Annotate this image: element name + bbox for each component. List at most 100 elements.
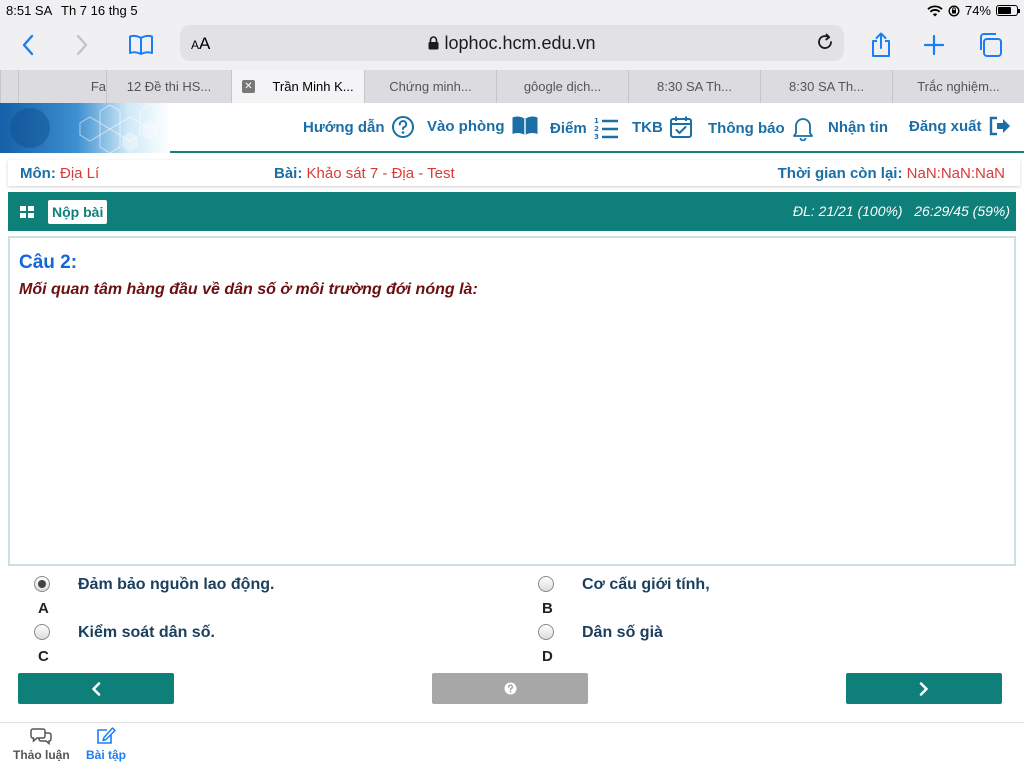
previous-question-button[interactable] xyxy=(18,673,174,704)
question-circle-icon xyxy=(503,682,517,695)
url-display[interactable]: lophoc.hcm.edu.vn xyxy=(180,33,844,54)
answer-letter: C xyxy=(38,648,49,665)
browser-toolbar: AA lophoc.hcm.edu.vn xyxy=(0,20,1024,70)
tab-label: 8:30 SA Th... xyxy=(789,79,864,94)
book-icon xyxy=(129,34,153,55)
status-bar: 8:51 SA Th 7 16 thg 5 74% xyxy=(0,0,1024,20)
nav-logout-label: Đăng xuất xyxy=(909,117,982,135)
grid-icon[interactable] xyxy=(20,206,34,218)
bottom-nav-exercises[interactable]: Bài tập xyxy=(86,727,126,762)
bookmarks-button[interactable] xyxy=(126,30,156,60)
bell-icon xyxy=(792,118,813,141)
time-left-value: NaN:NaN:NaN xyxy=(906,165,1005,182)
time-progress: 26:29/45 (59%) xyxy=(914,203,1010,219)
wifi-icon xyxy=(927,4,943,16)
tab-3[interactable]: Chứng minh... xyxy=(364,70,496,103)
answer-text: Đảm bảo nguồn lao động. xyxy=(78,576,275,593)
nav-notifications-label: Thông báo xyxy=(708,119,785,137)
battery-icon xyxy=(996,5,1020,16)
site-logo[interactable] xyxy=(0,103,170,153)
nav-scores-label: Điểm xyxy=(550,119,587,137)
lock-icon xyxy=(428,36,439,50)
bottom-nav-discussion[interactable]: Thảo luận xyxy=(13,727,70,762)
lesson-label: Bài: xyxy=(274,165,303,182)
tabs-icon xyxy=(980,33,1002,57)
time-left-label: Thời gian còn lại: xyxy=(777,165,903,182)
answer-radio-c[interactable] xyxy=(34,624,50,640)
answer-radio-b[interactable] xyxy=(538,576,554,592)
answer-option-a[interactable]: Đảm bảo nguồn lao động. A xyxy=(34,576,454,622)
tab-2-active[interactable]: ✕ Trần Minh K... xyxy=(231,70,364,103)
nav-guide-label: Hướng dẫn xyxy=(303,118,385,136)
answer-text: Cơ cấu giới tính, xyxy=(582,576,710,593)
lesson-info: Bài: Khảo sát 7 - Địa - Test xyxy=(274,165,455,182)
status-time: 8:51 SA xyxy=(6,3,53,18)
subject-label: Môn: xyxy=(20,165,56,182)
tab-7[interactable]: Trắc nghiệm... xyxy=(892,70,1024,103)
tab-strip: Fa 12 Đề thi HS... ✕ Trần Minh K... Chứn… xyxy=(0,70,1024,103)
nav-guide[interactable]: Hướng dẫn xyxy=(303,115,415,139)
answer-text: Kiểm soát dân số. xyxy=(78,624,215,641)
tab-label: Trắc nghiệm... xyxy=(917,79,1000,94)
forward-button[interactable] xyxy=(67,30,97,60)
calendar-check-icon xyxy=(669,116,692,138)
nav-join-room[interactable]: Vào phòng xyxy=(427,115,539,137)
url-text: lophoc.hcm.edu.vn xyxy=(444,33,596,53)
answer-letter: D xyxy=(542,648,553,665)
reload-icon[interactable] xyxy=(814,31,836,53)
new-tab-button[interactable] xyxy=(919,30,949,60)
tab-6[interactable]: 8:30 SA Th... xyxy=(760,70,892,103)
svg-text:2: 2 xyxy=(594,125,599,133)
answer-option-c[interactable]: Kiểm soát dân số. C xyxy=(34,624,454,670)
nav-logout[interactable]: Đăng xuất xyxy=(909,115,1012,137)
back-button[interactable] xyxy=(13,30,43,60)
lesson-value: Khảo sát 7 - Địa - Test xyxy=(306,165,455,182)
nav-notifications[interactable]: Thông báo xyxy=(708,115,815,141)
nav-messages-label: Nhận tin xyxy=(828,119,888,136)
plus-icon xyxy=(924,35,944,55)
answer-letter: B xyxy=(542,600,553,617)
answer-option-b[interactable]: Cơ cấu giới tính, B xyxy=(538,576,958,622)
tabs-overview-button[interactable] xyxy=(975,30,1005,60)
tab-5[interactable]: 8:30 SA Th... xyxy=(628,70,760,103)
tab-blank[interactable] xyxy=(0,70,18,103)
next-question-button[interactable] xyxy=(846,673,1002,704)
address-bar[interactable]: AA lophoc.hcm.edu.vn xyxy=(180,25,844,61)
close-tab-icon[interactable]: ✕ xyxy=(242,80,255,93)
exam-info-row: Môn: Địa Lí Bài: Khảo sát 7 - Địa - Test… xyxy=(8,160,1020,186)
nav-scores[interactable]: Điểm 123 xyxy=(550,115,619,141)
tab-0[interactable]: Fa xyxy=(18,70,106,103)
submit-button[interactable]: Nộp bài xyxy=(48,200,108,224)
nav-timetable[interactable]: TKB xyxy=(632,115,693,139)
answered-progress: ĐL: 21/21 (100%) xyxy=(792,203,903,219)
svg-text:1: 1 xyxy=(594,117,599,125)
status-right: 74% xyxy=(927,3,1020,18)
answer-option-d[interactable]: Dân số già D xyxy=(538,624,958,670)
bottom-nav-discussion-label: Thảo luận xyxy=(13,748,70,762)
edit-icon xyxy=(97,727,116,744)
tab-label: gôogle dịch... xyxy=(523,79,602,94)
help-question-button[interactable] xyxy=(432,673,588,704)
subject-value: Địa Lí xyxy=(60,165,100,182)
bottom-nav: Thảo luận Bài tập xyxy=(0,722,1024,768)
hexagon-pattern-icon xyxy=(10,104,161,153)
question-box: Câu 2: Mối quan tâm hàng đầu về dân số ở… xyxy=(8,236,1016,566)
tab-label: 12 Đề thi HS... xyxy=(126,79,212,94)
numbered-list-icon: 123 xyxy=(594,117,618,141)
share-button[interactable] xyxy=(866,30,896,60)
tab-label: Chứng minh... xyxy=(389,79,472,94)
answer-radio-a[interactable] xyxy=(34,576,50,592)
tab-1[interactable]: 12 Đề thi HS... xyxy=(106,70,231,103)
orientation-lock-icon xyxy=(948,4,960,17)
answer-radio-d[interactable] xyxy=(538,624,554,640)
answer-letter: A xyxy=(38,600,49,617)
help-circle-icon xyxy=(391,116,414,138)
tab-4[interactable]: gôogle dịch... xyxy=(496,70,628,103)
tab-label: 8:30 SA Th... xyxy=(657,79,732,94)
time-left-info: Thời gian còn lại: NaN:NaN:NaN xyxy=(778,165,1005,182)
tab-label: Trần Minh K... xyxy=(272,79,354,94)
chevron-right-icon xyxy=(919,681,928,696)
nav-join-room-label: Vào phòng xyxy=(427,117,505,135)
nav-messages[interactable]: Nhận tin xyxy=(828,119,888,136)
battery-percent: 74% xyxy=(964,3,991,18)
